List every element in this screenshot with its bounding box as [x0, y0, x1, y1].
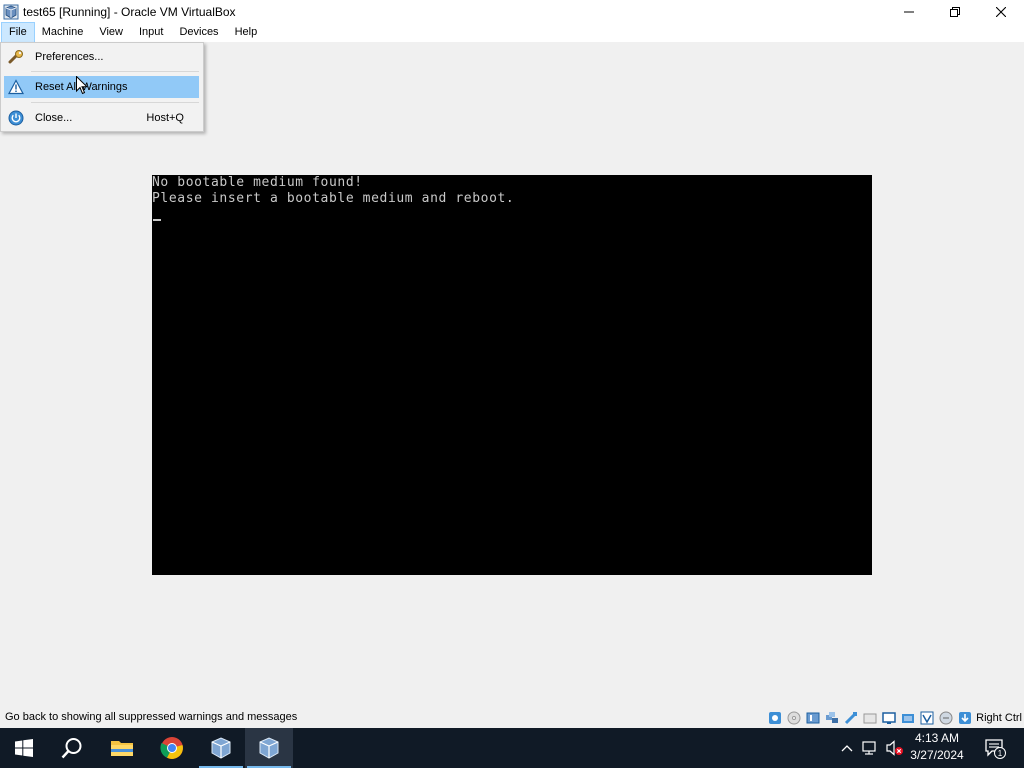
menu-item-shortcut: Host+Q [146, 112, 184, 124]
chevron-up-icon [841, 745, 853, 752]
network-tray-button[interactable] [860, 728, 882, 768]
menu-separator [31, 71, 199, 72]
chrome-button[interactable] [148, 728, 196, 768]
menu-separator [31, 102, 199, 103]
virtualbox-vm-button[interactable] [245, 728, 293, 768]
menu-input[interactable]: Input [131, 23, 171, 42]
menu-bar: File Machine View Input Devices Help [0, 22, 1024, 43]
close-window-button[interactable] [978, 0, 1024, 23]
minimize-icon [904, 11, 914, 12]
usb-icon[interactable] [843, 710, 859, 726]
virtualbox-vm-icon [259, 737, 279, 759]
file-explorer-icon [111, 741, 133, 756]
menu-help[interactable]: Help [227, 23, 266, 42]
windows-taskbar: 4:13 AM 3/27/2024 1 [0, 728, 1024, 768]
menu-machine[interactable]: Machine [34, 23, 92, 42]
status-message: Go back to showing all suppressed warnin… [5, 711, 298, 723]
vm-display[interactable]: No bootable medium found! Please insert … [152, 175, 872, 575]
network-tray-icon [862, 741, 876, 755]
search-icon [61, 738, 82, 759]
warning-icon [8, 79, 24, 95]
restore-icon [950, 6, 960, 17]
video-capture-icon[interactable] [900, 710, 916, 726]
action-center-button[interactable]: 1 [980, 728, 1010, 768]
clock-date: 3/27/2024 [910, 748, 964, 762]
virtualization-icon[interactable] [919, 710, 935, 726]
optical-drive-icon[interactable] [786, 710, 802, 726]
file-explorer-button[interactable] [98, 728, 146, 768]
notification-count: 1 [998, 749, 1003, 758]
keyboard-capture-icon[interactable] [957, 710, 973, 726]
menu-item-preferences[interactable]: Preferences... [4, 46, 199, 68]
boot-message-line-1: No bootable medium found! [152, 175, 363, 190]
power-icon [8, 110, 24, 126]
file-menu-dropdown: Preferences... Reset All Warnings Close.… [0, 42, 204, 132]
clock-time: 4:13 AM [914, 731, 960, 745]
menu-file[interactable]: File [1, 22, 35, 43]
minimize-button[interactable] [886, 0, 932, 23]
display-icon[interactable] [881, 710, 897, 726]
restore-button[interactable] [932, 0, 978, 23]
search-button[interactable] [48, 728, 96, 768]
text-cursor [153, 219, 161, 221]
wrench-icon [8, 49, 24, 65]
audio-icon[interactable] [805, 710, 821, 726]
menu-devices[interactable]: Devices [171, 23, 226, 42]
virtualbox-icon [211, 737, 231, 759]
cpu-icon[interactable] [938, 710, 954, 726]
notification-icon: 1 [985, 739, 1006, 759]
menu-item-close[interactable]: Close... Host+Q [4, 107, 199, 129]
network-icon[interactable] [824, 710, 840, 726]
virtualbox-app-icon [3, 4, 19, 20]
virtualbox-manager-button[interactable] [197, 728, 245, 768]
menu-view[interactable]: View [91, 23, 131, 42]
menu-item-label: Close... [35, 112, 73, 124]
start-icon [15, 739, 33, 757]
mouse-pointer-icon [76, 76, 88, 95]
hard-disk-icon[interactable] [767, 710, 783, 726]
close-icon [996, 6, 1006, 17]
menu-item-reset-all-warnings[interactable]: Reset All Warnings [4, 76, 199, 98]
start-button[interactable] [0, 728, 48, 768]
show-hidden-icons-button[interactable] [838, 728, 856, 768]
status-bar: Go back to showing all suppressed warnin… [0, 708, 1024, 728]
shared-folders-icon[interactable] [862, 710, 878, 726]
host-key-label: Right Ctrl [976, 712, 1022, 724]
taskbar-clock[interactable]: 4:13 AM 3/27/2024 [902, 730, 972, 766]
window-title: test65 [Running] - Oracle VM VirtualBox [23, 4, 236, 19]
menu-item-label: Preferences... [35, 51, 104, 63]
chrome-icon [160, 737, 183, 759]
boot-message-line-2: Please insert a bootable medium and rebo… [152, 191, 515, 206]
title-bar[interactable]: test65 [Running] - Oracle VM VirtualBox [0, 0, 1024, 23]
